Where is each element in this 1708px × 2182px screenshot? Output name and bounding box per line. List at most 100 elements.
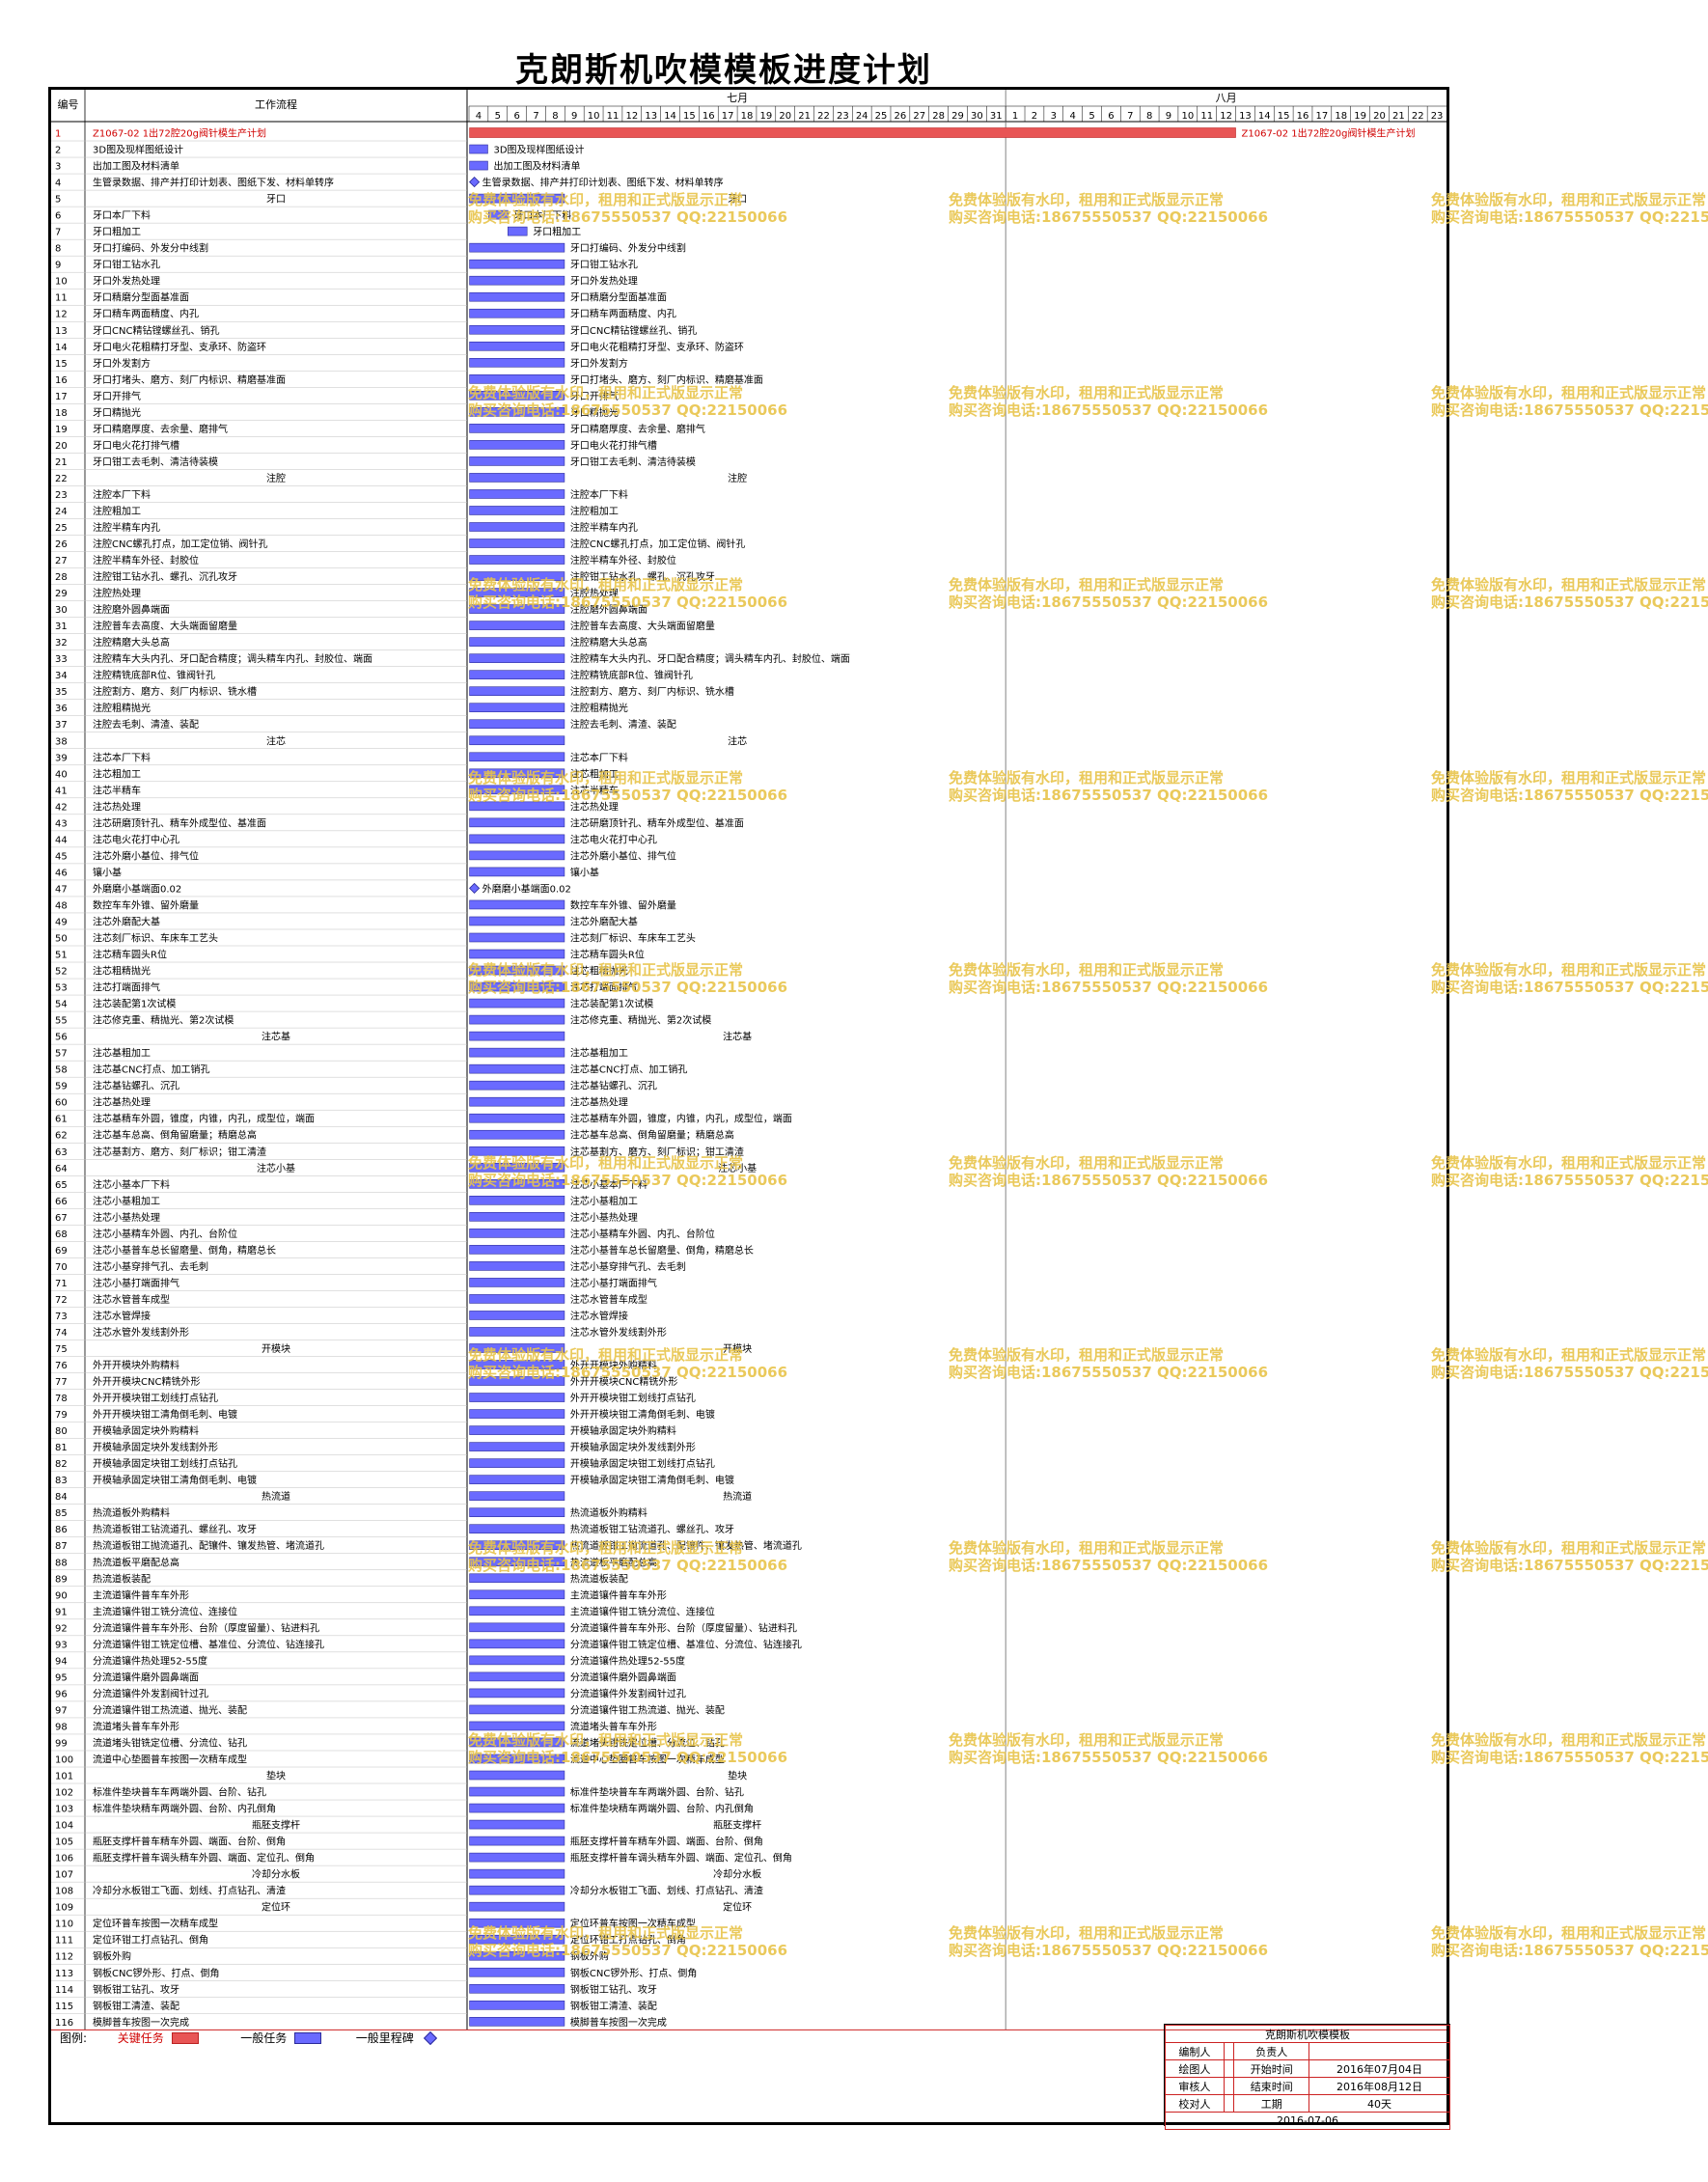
task-bar: [469, 752, 565, 762]
row-task-name: 注腔普车去高度、大头端面留磨量: [93, 620, 237, 632]
row-task-group: 注腔: [266, 472, 286, 484]
task-bar: [469, 850, 565, 861]
row-id: 23: [55, 490, 68, 501]
day-label: 29: [951, 111, 964, 122]
row-task-name: 注腔半精车内孔: [93, 521, 160, 534]
day-label: 30: [971, 111, 983, 122]
legend-milestone-label: 一般里程碑: [355, 2031, 414, 2045]
watermark-line2: 购买咨询电话:18675550537 QQ:22150066: [468, 208, 788, 226]
row-id: 92: [55, 1623, 68, 1634]
watermark-text: 免费体验版有水印，租用和正式版显示正常 购买咨询电话:18675550537 QQ…: [1431, 576, 1708, 611]
row-task-group: 瓶胚支撑杆: [252, 1819, 300, 1832]
day-label: 17: [722, 111, 734, 122]
bar-label: 注芯外磨小基位、排气位: [570, 849, 676, 862]
row-task-name: 热流道板装配: [93, 1572, 151, 1585]
row-task-group: 定位环: [262, 1901, 290, 1914]
task-bar: [469, 1836, 565, 1846]
watermark-line1: 免费体验版有水印，租用和正式版显示正常: [1431, 768, 1707, 787]
watermark-text: 免费体验版有水印，租用和正式版显示正常 购买咨询电话:18675550537 QQ…: [1431, 1154, 1708, 1189]
task-bar: [469, 1819, 565, 1830]
row-task-name: 牙口电火花打排气槽: [93, 439, 179, 452]
row-id: 38: [55, 736, 68, 747]
bar-label: 外开开模块钳工清角倒毛刺、电镀: [570, 1408, 715, 1421]
row-task-name: Z1067-02 1出72腔20g阀针模生产计划: [93, 127, 266, 140]
task-bar: [469, 1786, 565, 1797]
row-id: 58: [55, 1065, 68, 1076]
task-bar: [469, 242, 565, 253]
row-task-name: 注芯小基精车外圆、内孔、台阶位: [93, 1228, 237, 1240]
row-task-name: 注芯刻厂标识、车床车工艺头: [93, 931, 218, 944]
bar-label: 注芯基粗加工: [570, 1047, 628, 1060]
watermark-line1: 免费体验版有水印，租用和正式版显示正常: [468, 1923, 744, 1942]
task-bar: [469, 1393, 565, 1402]
watermark-text: 免费体验版有水印，租用和正式版显示正常 购买咨询电话:18675550537 QQ…: [949, 1539, 1268, 1574]
row-task-name: 钢板钳工清渣、装配: [93, 2000, 179, 2012]
row-id: 109: [55, 1903, 73, 1914]
task-bar: [469, 653, 565, 663]
legend-milestone-icon: [423, 2030, 437, 2045]
row-id: 10: [55, 277, 68, 288]
watermark-line1: 免费体验版有水印，租用和正式版显示正常: [949, 768, 1225, 787]
bar-label: 牙口精车两面精度、内孔: [570, 308, 676, 320]
row-task-name: 瓶胚支撑杆普车精车外圆、端面、台阶、倒角: [93, 1836, 286, 1848]
row-id: 48: [55, 900, 68, 911]
row-id: 91: [55, 1607, 68, 1617]
month-august: 八月: [1216, 92, 1237, 104]
bar-label: 注腔精磨大头总高: [570, 636, 647, 649]
row-task-name: 注芯基粗加工: [93, 1047, 151, 1060]
day-label: 2: [1032, 111, 1037, 122]
row-id: 1: [55, 129, 61, 140]
watermark-line2: 购买咨询电话:18675550537 QQ:22150066: [468, 1171, 788, 1189]
watermark-line1: 免费体验版有水印，租用和正式版显示正常: [949, 191, 1225, 208]
row-task-name: 注芯装配第1次试模: [93, 998, 176, 1010]
row-task-name: 牙口精抛光: [93, 406, 141, 419]
watermark-line1: 免费体验版有水印，租用和正式版显示正常: [468, 383, 744, 401]
task-bar: [469, 291, 565, 302]
row-id: 116: [55, 2018, 73, 2029]
watermark-line1: 免费体验版有水印，租用和正式版显示正常: [1431, 1153, 1707, 1172]
task-bar: [469, 1229, 565, 1238]
row-task-name: 注芯半精车: [93, 784, 141, 796]
row-id: 110: [55, 1920, 73, 1930]
watermark-line1: 免费体验版有水印，租用和正式版显示正常: [468, 1731, 744, 1749]
row-task-name: 热流道板外购精料: [93, 1506, 170, 1519]
task-bar: [469, 341, 565, 351]
row-task-name: 注腔粗精抛光: [93, 702, 151, 714]
row-id: 57: [55, 1049, 68, 1060]
day-label: 19: [760, 111, 773, 122]
watermark-text: 免费体验版有水印，租用和正式版显示正常 购买咨询电话:18675550537 QQ…: [1431, 1731, 1708, 1766]
row-task-name: 3D图及现样图纸设计: [93, 144, 183, 156]
row-id: 71: [55, 1279, 68, 1289]
row-task-name: 分流道镶件钳工铣定位槽、基准位、分流位、钻连接孔: [93, 1638, 324, 1650]
row-task-name: 流道中心垫圈普车按图一次精车成型: [93, 1753, 247, 1765]
row-id: 47: [55, 884, 68, 895]
row-id: 40: [55, 769, 68, 780]
row-id: 115: [55, 2002, 73, 2012]
bar-label: 瓶胚支撑杆普车精车外圆、端面、台阶、倒角: [570, 1836, 763, 1848]
bar-label: 开模轴承固定块外购精料: [570, 1424, 676, 1437]
row-id: 51: [55, 951, 68, 961]
day-label: 22: [817, 111, 830, 122]
row-task-name: 主流道镶件普车车外形: [93, 1588, 189, 1601]
day-label: 1: [1012, 111, 1018, 122]
watermark-text: 免费体验版有水印，租用和正式版显示正常 购买咨询电话:18675550537 QQ…: [1431, 384, 1708, 419]
day-label: 5: [495, 111, 501, 122]
row-id: 85: [55, 1508, 68, 1519]
watermark-text: 免费体验版有水印，租用和正式版显示正常 购买咨询电话:18675550537 QQ…: [468, 576, 787, 611]
row-task-name: 牙口打堵头、磨方、刻厂内标识、精磨基准面: [93, 373, 286, 386]
bar-label: 注芯小基粗加工: [570, 1195, 638, 1207]
bar-label: 注腔精车大头内孔、牙口配合精度；调头精车内孔、封胶位、端面: [570, 652, 850, 665]
row-task-name: 注芯小基本厂下料: [93, 1178, 170, 1191]
row-task-name: 注芯粗加工: [93, 767, 141, 780]
bar-label: 牙口CNC精钻镗螺丝孔、销孔: [570, 324, 697, 337]
watermark-line2: 购买咨询电话:18675550537 QQ:22150066: [949, 1749, 1269, 1766]
day-label: 13: [1239, 111, 1252, 122]
day-label: 14: [1258, 111, 1271, 122]
tb-date: 2016-07-06: [1165, 2112, 1450, 2130]
watermark-line2: 购买咨询电话:18675550537 QQ:22150066: [1431, 1941, 1708, 1959]
row-id: 54: [55, 1000, 68, 1010]
watermark-text: 免费体验版有水印，租用和正式版显示正常 购买咨询电话:18675550537 QQ…: [468, 1346, 787, 1381]
watermark-line1: 免费体验版有水印，租用和正式版显示正常: [1431, 1923, 1707, 1942]
row-task-group: 牙口: [266, 194, 286, 206]
row-id: 16: [55, 375, 68, 386]
